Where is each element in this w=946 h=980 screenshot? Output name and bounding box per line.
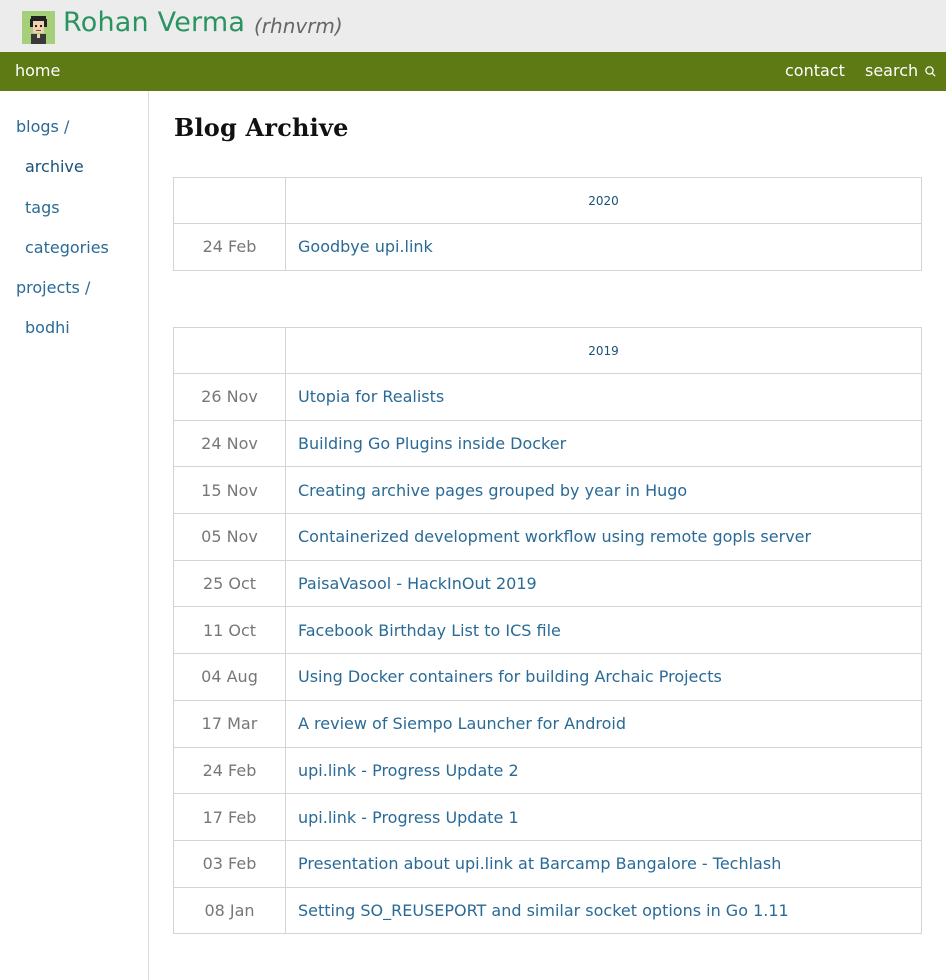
avatar-icon [22,11,55,44]
table-row: 25 Oct PaisaVasool - HackInOut 2019 [173,559,922,608]
sidebar-item-tags[interactable]: tags [25,198,60,217]
sidebar-item-archive[interactable]: archive [25,157,84,176]
table-row: 17 Feb upi.link - Progress Update 1 [173,793,922,841]
table-header-blank [173,327,286,374]
sidebar: blogs / archive tags categories projects… [0,91,149,980]
table-header-blank [173,177,286,224]
sidebar-item-projects[interactable]: projects / [16,278,90,297]
nav-contact-link[interactable]: contact [785,61,845,80]
table-row: 11 Oct Facebook Birthday List to ICS fil… [173,606,922,655]
archive-table-2019: 2019 26 Nov Utopia for Realists 24 Nov B… [173,327,922,935]
sidebar-item-bodhi[interactable]: bodhi [25,318,70,337]
post-link[interactable]: Creating archive pages grouped by year i… [285,466,922,515]
post-date: 26 Nov [173,373,286,421]
table-row: 03 Feb Presentation about upi.link at Ba… [173,839,922,888]
search-icon [925,66,936,77]
archive-table-2020: 2020 24 Feb Goodbye upi.link [173,177,922,271]
table-row: 15 Nov Creating archive pages grouped by… [173,466,922,515]
post-link[interactable]: PaisaVasool - HackInOut 2019 [285,559,922,608]
site-handle: (rhnvrm) [254,14,343,38]
table-row: 26 Nov Utopia for Realists [173,373,922,421]
post-link[interactable]: upi.link - Progress Update 2 [285,746,922,795]
nav-search-link[interactable]: search [865,61,937,80]
avatar[interactable] [22,11,55,44]
post-link[interactable]: Presentation about upi.link at Barcamp B… [285,839,922,888]
post-link[interactable]: Setting SO_REUSEPORT and similar socket … [285,886,922,935]
table-row: 24 Feb upi.link - Progress Update 2 [173,746,922,795]
post-date: 17 Mar [173,699,286,748]
site-header: Rohan Verma (rhnvrm) [0,0,946,52]
post-date: 08 Jan [173,886,286,935]
top-navbar: home contact search [0,52,946,91]
post-link[interactable]: upi.link - Progress Update 1 [285,793,922,841]
post-date: 24 Feb [173,746,286,795]
nav-home-link[interactable]: home [15,61,60,80]
post-date: 15 Nov [173,466,286,515]
site-name[interactable]: Rohan Verma [63,7,245,38]
post-link[interactable]: Building Go Plugins inside Docker [285,419,922,468]
post-date: 05 Nov [173,513,286,561]
post-date: 25 Oct [173,559,286,608]
post-date: 24 Nov [173,419,286,468]
post-date: 11 Oct [173,606,286,655]
post-link[interactable]: Utopia for Realists [285,373,922,421]
table-row: 04 Aug Using Docker containers for build… [173,653,922,701]
table-row: 17 Mar A review of Siempo Launcher for A… [173,699,922,748]
post-link[interactable]: Goodbye upi.link [285,223,922,271]
table-row: 24 Nov Building Go Plugins inside Docker [173,419,922,468]
sidebar-item-blogs[interactable]: blogs / [16,117,69,136]
nav-search-label: search [865,61,919,80]
post-date: 24 Feb [173,223,286,271]
sidebar-item-categories[interactable]: categories [25,238,109,257]
post-date: 04 Aug [173,653,286,701]
post-date: 03 Feb [173,839,286,888]
post-link[interactable]: Containerized development workflow using… [285,513,922,561]
table-row: 08 Jan Setting SO_REUSEPORT and similar … [173,886,922,935]
year-heading: 2019 [285,327,922,374]
table-row: 05 Nov Containerized development workflo… [173,513,922,561]
post-link[interactable]: Facebook Birthday List to ICS file [285,606,922,655]
table-row: 24 Feb Goodbye upi.link [173,223,922,271]
post-link[interactable]: Using Docker containers for building Arc… [285,653,922,701]
year-heading: 2020 [285,177,922,224]
post-date: 17 Feb [173,793,286,841]
post-link[interactable]: A review of Siempo Launcher for Android [285,699,922,748]
page-title: Blog Archive [174,113,349,142]
